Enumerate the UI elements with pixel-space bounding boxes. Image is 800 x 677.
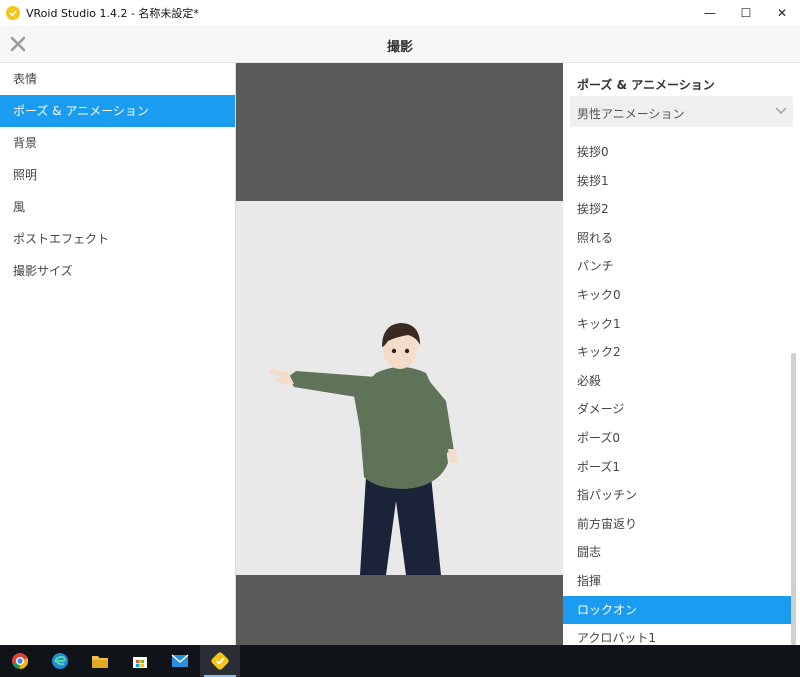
sidebar-item-expression[interactable]: 表情 [0,63,235,95]
capture-canvas[interactable] [236,201,563,575]
list-item[interactable]: 指揮 [563,567,791,596]
character-model [268,323,458,575]
taskbar [0,645,800,677]
list-item[interactable]: キック1 [563,310,791,339]
list-item[interactable]: 挨拶2 [563,195,791,224]
vroid-icon[interactable] [200,645,240,677]
list-item[interactable]: アクロバット1 [563,624,791,645]
3d-viewport[interactable] [236,63,563,645]
mail-icon[interactable] [160,645,200,677]
animation-list: 挨拶0 挨拶1 挨拶2 照れる パンチ キック0 キック1 キック2 必殺 ダメ… [563,138,791,645]
window-title: VRoid Studio 1.4.2 - 名称未設定* [26,6,199,20]
list-item-selected[interactable]: ロックオン [563,595,791,625]
animation-set-value: 男性アニメーション [577,107,685,121]
list-item[interactable]: 挨拶0 [563,138,791,167]
sidebar-item-pose-animation[interactable]: ポーズ & アニメーション [0,95,235,127]
page-title: 撮影 [386,40,413,55]
pose-animation-panel: ポーズ & アニメーション 男性アニメーション 挨拶0 挨拶1 挨拶2 照れる … [563,63,800,645]
sidebar: 表情 ポーズ & アニメーション 背景 照明 風 ポストエフェクト 撮影サイズ [0,63,236,645]
list-item[interactable]: 必殺 [563,367,791,396]
scrollbar[interactable] [791,353,796,645]
maximize-button[interactable]: ☐ [728,0,764,25]
title-bar: VRoid Studio 1.4.2 - 名称未設定* — ☐ ✕ [0,0,800,25]
list-item[interactable]: パンチ [563,252,791,281]
list-item[interactable]: 照れる [563,224,791,253]
window-controls: — ☐ ✕ [692,0,800,25]
list-item[interactable]: 指パッチン [563,481,791,510]
list-item[interactable]: ポーズ1 [563,453,791,482]
sidebar-item-background[interactable]: 背景 [0,127,235,159]
list-item[interactable]: ダメージ [563,395,791,424]
chevron-down-icon [775,107,787,115]
minimize-button[interactable]: — [692,0,728,25]
close-window-button[interactable]: ✕ [764,0,800,25]
sidebar-item-capture-size[interactable]: 撮影サイズ [0,255,235,287]
sidebar-item-post-effect[interactable]: ポストエフェクト [0,223,235,255]
mode-header: 撮影 [0,25,800,63]
chrome-icon[interactable] [0,645,40,677]
edge-icon[interactable] [40,645,80,677]
store-icon[interactable] [120,645,160,677]
list-item[interactable]: 闘志 [563,538,791,567]
list-item[interactable]: 挨拶1 [563,167,791,196]
list-item[interactable]: キック0 [563,281,791,310]
list-item[interactable]: キック2 [563,338,791,367]
panel-title: ポーズ & アニメーション [577,78,715,92]
animation-set-select[interactable]: 男性アニメーション [570,96,793,127]
file-explorer-icon[interactable] [80,645,120,677]
list-item[interactable]: 前方宙返り [563,510,791,539]
sidebar-item-wind[interactable]: 風 [0,191,235,223]
list-item[interactable]: ポーズ0 [563,424,791,453]
sidebar-item-lighting[interactable]: 照明 [0,159,235,191]
vroid-app-icon [6,5,20,20]
